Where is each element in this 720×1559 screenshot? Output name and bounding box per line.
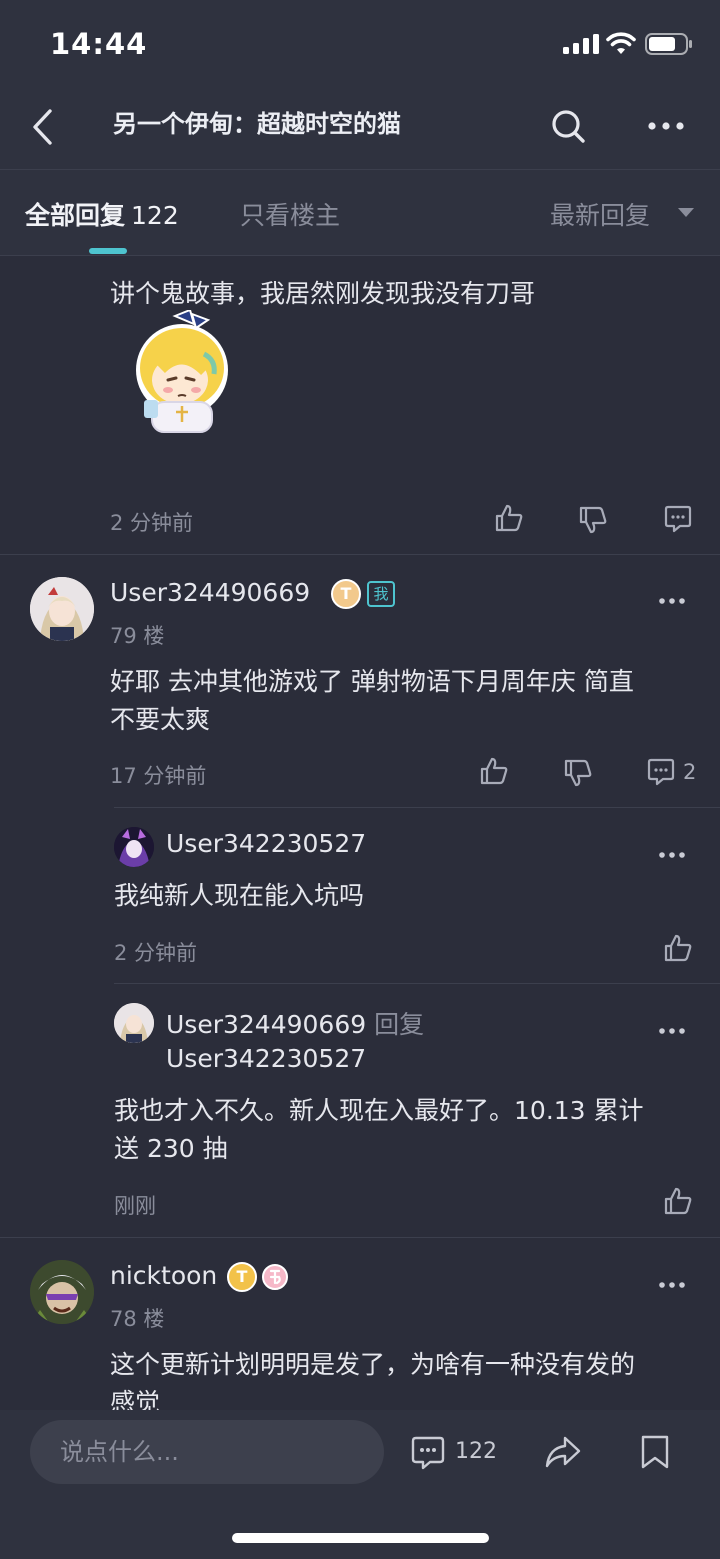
reply-text: 我纯新人现在能入坑吗 (114, 881, 365, 910)
reply-divider (114, 983, 720, 984)
bookmark-icon[interactable] (640, 1434, 670, 1470)
comment-input[interactable] (30, 1420, 384, 1484)
thumbs-up-icon[interactable] (479, 756, 509, 786)
status-time: 14:44 (50, 27, 148, 61)
reply-user-avatar[interactable] (114, 827, 154, 867)
thumbs-down-icon[interactable] (578, 505, 608, 535)
thumbs-up-icon[interactable] (663, 933, 693, 963)
reply-to-username[interactable]: User342230527 (166, 1044, 366, 1073)
post-timestamp: 17 分钟前 (110, 764, 207, 788)
post-divider (0, 554, 720, 555)
page-title: 另一个伊甸：超越时空的猫 (113, 110, 401, 138)
user-avatar[interactable] (30, 577, 94, 641)
reply-text-line-1: 我也才入不久。新人现在入最好了。10.13 累计 (114, 1096, 644, 1125)
level-badge: T (331, 579, 361, 609)
user-avatar[interactable] (30, 1260, 94, 1324)
username[interactable]: User324490669 (110, 578, 310, 607)
tab-all-replies[interactable]: 全部回复 122 (25, 196, 179, 232)
post-more-icon[interactable] (658, 597, 686, 605)
post-divider (0, 1237, 720, 1238)
reply-timestamp: 2 分钟前 (114, 941, 198, 965)
post-more-icon[interactable] (658, 1281, 686, 1289)
wifi-icon (606, 32, 636, 56)
caret-down-icon[interactable] (678, 208, 694, 217)
reply-username-text: User324490669 (166, 1010, 367, 1039)
tab-owner-only[interactable]: 只看楼主 (240, 196, 340, 232)
reply-more-icon[interactable] (658, 851, 686, 859)
reply-divider (114, 807, 720, 808)
search-icon[interactable] (550, 108, 586, 144)
me-badge: 我 (367, 581, 395, 607)
comment-icon[interactable] (646, 758, 676, 786)
home-indicator (232, 1533, 489, 1543)
reply-more-icon[interactable] (658, 1027, 686, 1035)
anime-girl-sticker-image (130, 308, 230, 438)
tab-all-label: 全部回复 (25, 201, 126, 230)
tab-all-count: 122 (131, 201, 179, 230)
more-options-icon[interactable] (646, 116, 686, 136)
battery-icon (645, 33, 693, 55)
level-badge: T (227, 1262, 257, 1292)
reply-count: 2 (683, 760, 697, 784)
floor-number: 78 楼 (110, 1307, 165, 1331)
thumbs-up-icon[interactable] (663, 1186, 693, 1216)
cellular-signal-icon (563, 34, 599, 54)
reply-user-avatar[interactable] (114, 1003, 154, 1043)
comment-icon[interactable] (663, 505, 693, 533)
reply-timestamp: 刚刚 (114, 1194, 156, 1218)
post-text-line-1: 这个更新计划明明是发了，为啥有一种没有发的 (110, 1350, 636, 1379)
comments-icon[interactable] (410, 1436, 446, 1470)
thumbs-up-icon[interactable] (494, 503, 524, 533)
floor-number: 79 楼 (110, 624, 165, 648)
reply-to-word: 回复 (374, 1010, 425, 1039)
reply-username[interactable]: User324490669 回复 (166, 1005, 424, 1041)
member-badge-icon (261, 1263, 289, 1291)
username[interactable]: nicktoon (110, 1261, 217, 1290)
post-timestamp: 2 分钟前 (110, 511, 194, 535)
thumbs-down-icon[interactable] (563, 758, 593, 788)
post-text: 讲个鬼故事，我居然刚发现我没有刀哥 (110, 279, 536, 308)
reply-username[interactable]: User342230527 (166, 829, 366, 858)
post-text-line-2: 不要太爽 (110, 705, 211, 734)
active-tab-indicator (89, 248, 127, 254)
back-arrow-icon[interactable] (28, 108, 58, 146)
share-icon[interactable] (543, 1434, 583, 1470)
sort-dropdown[interactable]: 最新回复 (550, 196, 650, 232)
post-text-line-1: 好耶 去冲其他游戏了 弹射物语下月周年庆 简直 (110, 667, 634, 696)
comment-count: 122 (455, 1439, 497, 1464)
reply-text-line-2: 送 230 抽 (114, 1134, 228, 1163)
